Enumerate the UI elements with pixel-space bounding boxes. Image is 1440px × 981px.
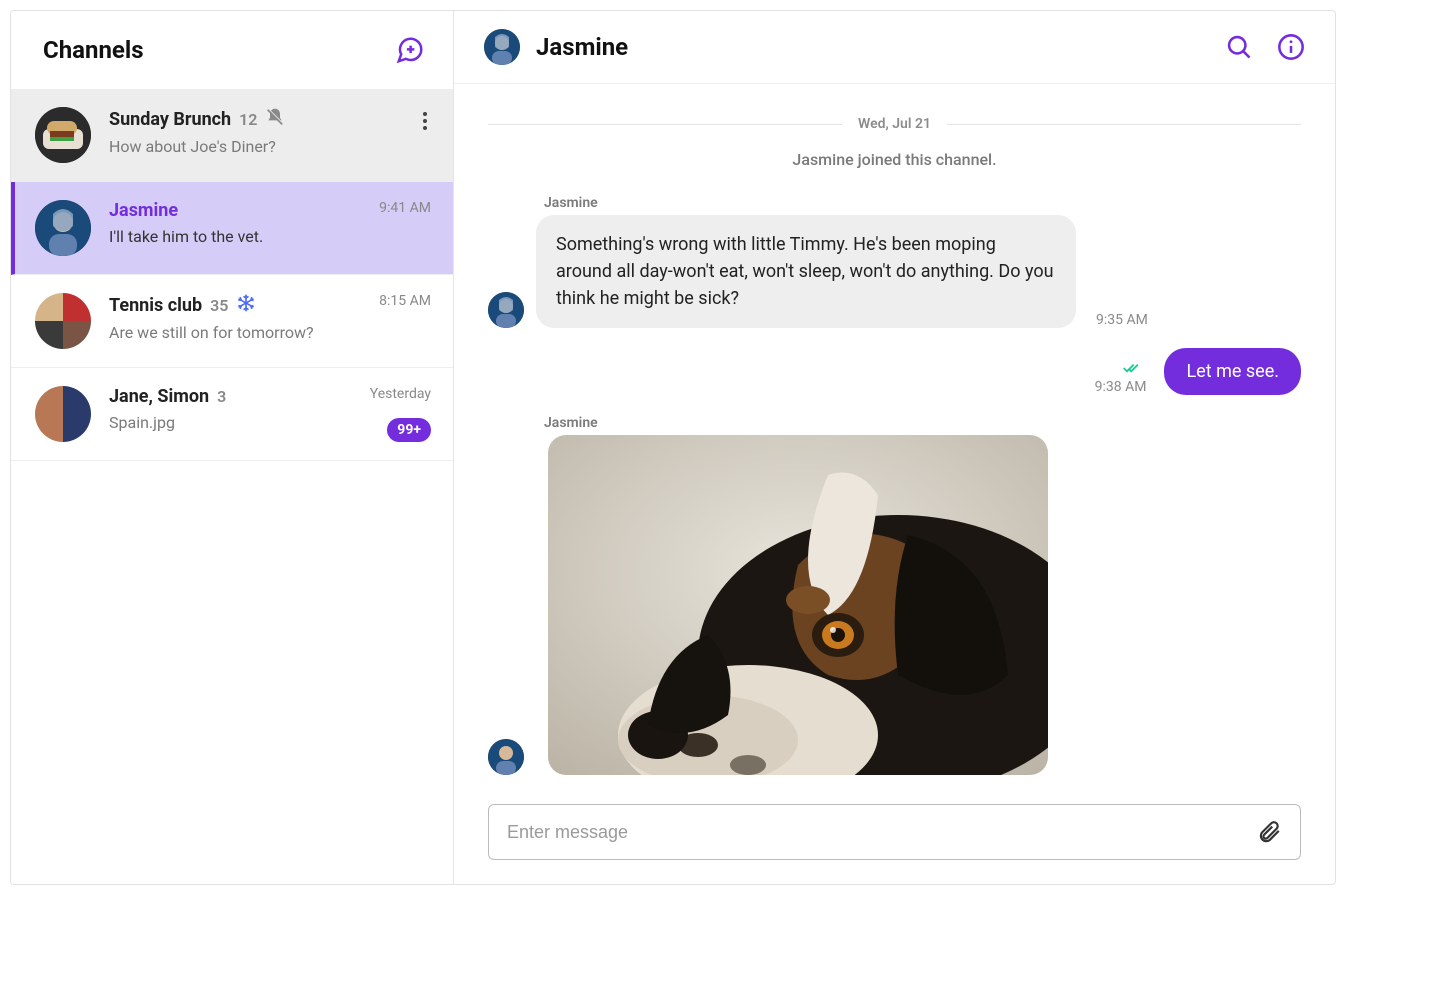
search-button[interactable] <box>1225 33 1253 61</box>
message-input[interactable] <box>507 822 1244 843</box>
channel-member-count: 12 <box>239 110 257 129</box>
message-group-incoming: Jasmine Something's wrong with little Ti… <box>488 195 1301 328</box>
message-row-outgoing: 9:38 AM Let me see. <box>488 348 1301 395</box>
channel-preview: Spain.jpg <box>109 413 433 432</box>
chat-panel: Jasmine <box>454 11 1335 884</box>
chat-avatar <box>484 29 520 65</box>
message-avatar <box>488 739 524 775</box>
channel-member-count: 3 <box>217 387 226 406</box>
channel-item-sunday-brunch[interactable]: Sunday Brunch 12 How about Joe's Diner? <box>11 89 453 182</box>
message-time: 9:38 AM <box>1095 379 1147 395</box>
channel-preview: I'll take him to the vet. <box>109 227 433 246</box>
info-button[interactable] <box>1277 33 1305 61</box>
message-bubble[interactable]: Something's wrong with little Timmy. He'… <box>536 215 1076 328</box>
channel-timestamp: Yesterday <box>370 386 431 402</box>
message-avatar <box>488 292 524 328</box>
sidebar-header: Channels <box>11 11 453 89</box>
attach-button[interactable] <box>1256 819 1282 845</box>
date-divider: Wed, Jul 21 <box>488 116 1301 132</box>
paperclip-icon <box>1256 819 1282 845</box>
image-message[interactable] <box>548 435 1048 775</box>
muted-icon <box>265 107 285 131</box>
channel-timestamp: 9:41 AM <box>379 200 431 216</box>
chat-input-wrap <box>454 790 1335 884</box>
avatar <box>35 200 91 256</box>
chat-header-actions <box>1225 33 1305 61</box>
avatar <box>35 386 91 442</box>
date-label: Wed, Jul 21 <box>858 116 931 132</box>
message-sender: Jasmine <box>544 195 1301 211</box>
channel-more-button[interactable] <box>411 105 439 141</box>
channel-list: Sunday Brunch 12 How about Joe's Diner? <box>11 89 453 884</box>
chat-input <box>488 804 1301 860</box>
chat-title: Jasmine <box>536 33 1209 61</box>
chat-body[interactable]: Wed, Jul 21 Jasmine joined this channel.… <box>454 84 1335 790</box>
app-root: Channels <box>10 10 1336 885</box>
unread-badge: 99+ <box>387 418 431 442</box>
system-message: Jasmine joined this channel. <box>488 150 1301 169</box>
channel-timestamp: 8:15 AM <box>379 293 431 309</box>
channel-item-jane-simon[interactable]: Jane, Simon 3 Spain.jpg Yesterday 99+ <box>11 368 453 461</box>
sidebar-title: Channels <box>43 36 144 64</box>
more-vertical-icon <box>415 109 435 133</box>
channel-name: Jane, Simon <box>109 386 209 407</box>
message-bubble[interactable]: Let me see. <box>1164 348 1301 395</box>
new-channel-button[interactable] <box>395 35 425 65</box>
message-row <box>488 435 1301 775</box>
message-time: 9:35 AM <box>1096 312 1148 328</box>
channel-name: Tennis club <box>109 295 202 316</box>
channel-preview: Are we still on for tomorrow? <box>109 323 433 342</box>
message-group-incoming: Jasmine <box>488 415 1301 775</box>
info-icon <box>1277 33 1305 61</box>
channel-item-tennis-club[interactable]: Tennis club 35 Are we stil <box>11 275 453 368</box>
channel-name: Sunday Brunch <box>109 109 231 130</box>
channel-member-count: 35 <box>210 296 228 315</box>
channel-name: Jasmine <box>109 200 178 221</box>
channel-preview: How about Joe's Diner? <box>109 137 433 156</box>
new-chat-icon <box>395 35 425 65</box>
search-icon <box>1225 33 1253 61</box>
channel-body: Sunday Brunch 12 How about Joe's Diner? <box>109 107 433 156</box>
avatar <box>35 107 91 163</box>
message-meta: 9:38 AM <box>1095 360 1147 395</box>
read-receipt-icon <box>1122 360 1142 379</box>
avatar <box>35 293 91 349</box>
sidebar: Channels <box>11 11 454 884</box>
channel-item-jasmine[interactable]: Jasmine I'll take him to the vet. 9:41 A… <box>11 182 453 275</box>
message-row: Something's wrong with little Timmy. He'… <box>488 215 1301 328</box>
message-sender: Jasmine <box>544 415 1301 431</box>
frozen-icon <box>236 293 256 317</box>
chat-header: Jasmine <box>454 11 1335 84</box>
